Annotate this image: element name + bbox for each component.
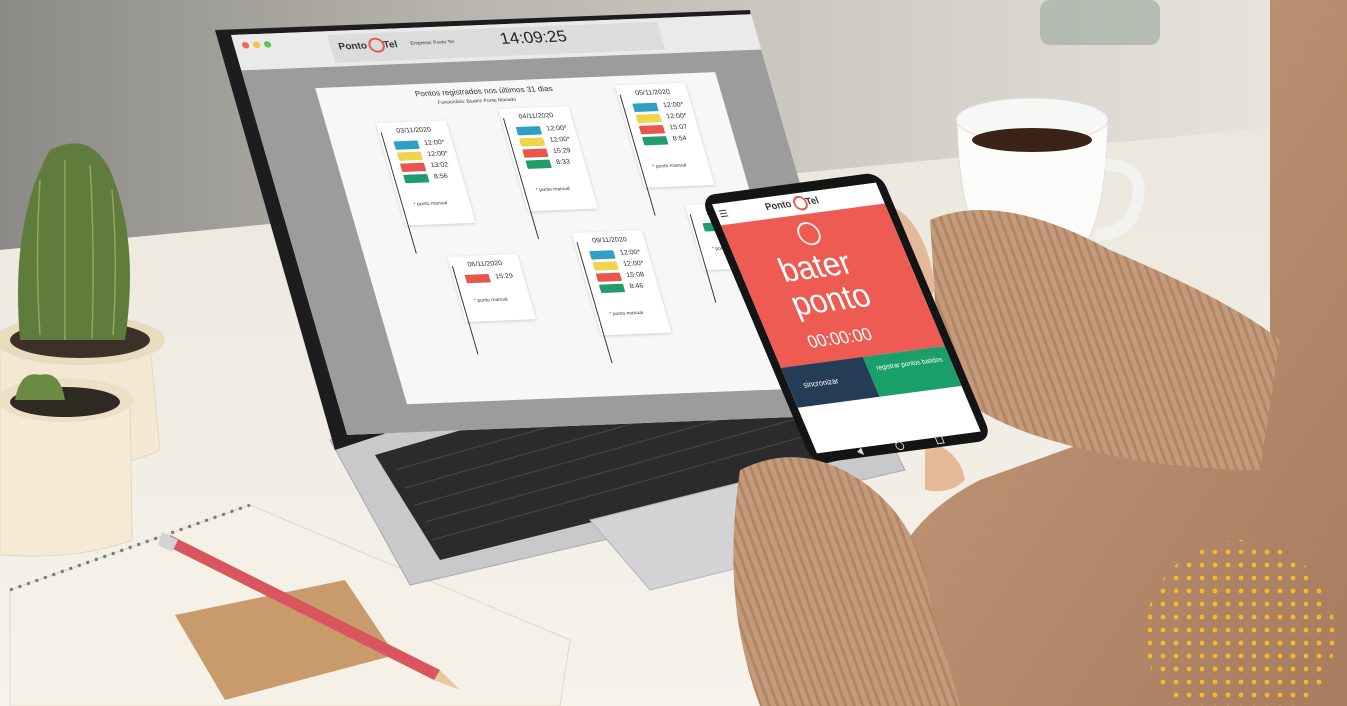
manual-note: * ponto manual (651, 162, 688, 170)
phone-brand-left: Ponto (763, 199, 794, 214)
brand-logo-right: Tel (382, 39, 399, 51)
punch-tag (396, 151, 424, 161)
card-date: 05/11/2020 (634, 88, 671, 97)
home-icon[interactable] (893, 440, 906, 451)
punch-tag (522, 148, 549, 158)
brand-logo-left: Ponto (337, 40, 369, 53)
menu-icon[interactable] (718, 209, 727, 212)
punch-time: 15:08 (625, 271, 646, 279)
punch-tag (393, 140, 420, 150)
punch-time: 12:00* (619, 249, 642, 257)
punch-time: 15:07 (668, 124, 689, 132)
timer-readout: 00:00:00 (804, 324, 876, 352)
punch-tag (399, 162, 427, 173)
punch-time: 8:56 (433, 173, 449, 181)
recents-icon[interactable] (934, 435, 945, 445)
sync-button-label: sincronizar (801, 376, 841, 390)
close-dot-icon[interactable] (241, 41, 251, 49)
back-icon[interactable] (855, 447, 865, 456)
manual-note: * ponto manual (608, 310, 644, 318)
stopwatch-icon (793, 220, 825, 247)
photo-scene: Ponto Tel Empresa: Ponto Tel 14:09:25 Po… (0, 0, 1347, 706)
punch-tag (464, 274, 491, 284)
punch-time: 12:00* (548, 136, 572, 144)
punch-tag (642, 136, 669, 146)
punch-time: 8:33 (555, 158, 571, 166)
punch-tag (632, 102, 659, 112)
punch-tag (635, 113, 662, 124)
punch-time: 12:00* (545, 125, 568, 133)
punch-time: 12:00* (665, 112, 688, 121)
punch-tag (403, 173, 430, 184)
register-button-label: registrar pontos batidos (875, 356, 944, 372)
punch-time: 12:00* (622, 260, 645, 268)
punch-tag (638, 124, 666, 135)
card-date: 04/11/2020 (517, 112, 555, 121)
punch-tag (595, 272, 623, 282)
punch-tag (589, 250, 616, 260)
manual-note: * ponto manual (473, 296, 509, 304)
punch-time: 12:00* (662, 101, 685, 109)
punch-tag (515, 126, 543, 136)
card-date: 09/11/2020 (591, 236, 628, 245)
manual-note: * ponto manual (412, 200, 449, 208)
manual-note: * ponto manual (535, 186, 571, 194)
punch-time: 15:29 (494, 273, 514, 281)
punch-tag (592, 261, 619, 271)
card-date: 03/11/2020 (395, 126, 433, 135)
card-date: 06/11/2020 (466, 260, 504, 269)
maximize-dot-icon[interactable] (263, 40, 273, 48)
punch-time: 15:29 (552, 147, 572, 155)
punch-tag (598, 283, 626, 294)
punch-tag (525, 159, 552, 169)
punch-time: 8:54 (672, 135, 688, 143)
punch-time: 12:00* (423, 139, 446, 147)
punch-time: 12:00* (426, 150, 449, 158)
punch-tag (518, 137, 546, 147)
punch-time: 8:46 (628, 282, 645, 290)
clock-readout: 14:09:25 (497, 27, 569, 48)
punch-time: 13:02 (429, 161, 450, 170)
minimize-dot-icon[interactable] (252, 41, 262, 49)
